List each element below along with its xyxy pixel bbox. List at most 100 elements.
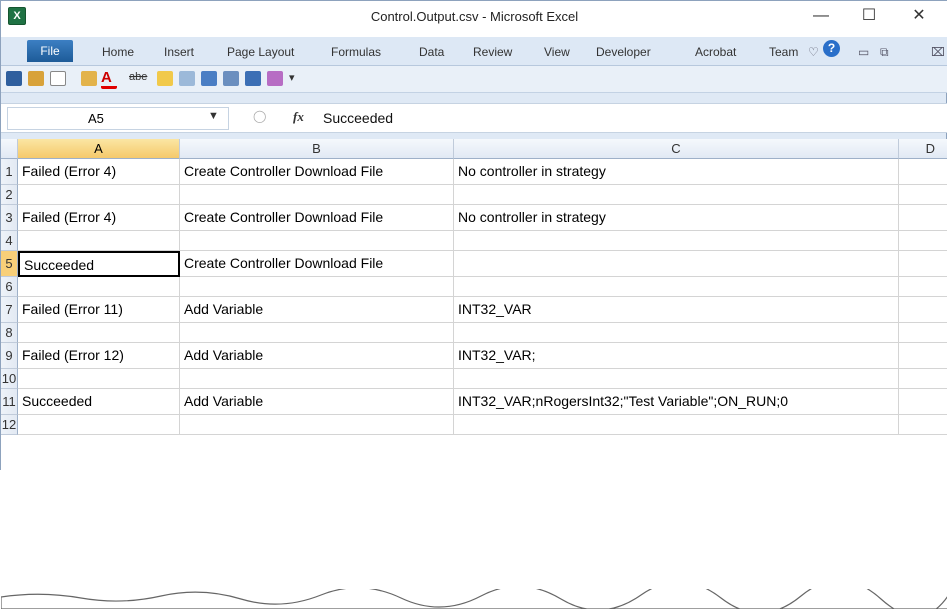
cell-b[interactable]: Add Variable [180,389,454,415]
fill-color-icon[interactable] [81,71,97,86]
tab-team[interactable]: Team [769,45,798,59]
row-header[interactable]: 3 [1,205,18,231]
cell-c[interactable]: INT32_VAR; [454,343,899,369]
cell-d[interactable] [899,251,947,277]
tab-insert[interactable]: Insert [164,45,194,59]
row-header[interactable]: 10 [1,369,18,389]
cell-b[interactable] [180,185,454,205]
ribbon-collapse-icon[interactable]: ♡ [808,45,819,59]
cell-c[interactable]: No controller in strategy [454,159,899,185]
pivot-icon[interactable] [223,71,239,86]
cell-d[interactable] [899,369,947,389]
worksheet-grid[interactable]: A B C D 1 Failed (Error 4) Create Controll… [1,139,947,609]
cell-a[interactable] [18,323,180,343]
restore-workbook-icon[interactable]: ▭ [858,45,869,59]
cell-c[interactable]: No controller in strategy [454,205,899,231]
cell-d[interactable] [899,277,947,297]
cell-a[interactable]: Failed (Error 12) [18,343,180,369]
help-icon[interactable]: ? [823,40,840,57]
cell-a[interactable] [18,231,180,251]
tab-view[interactable]: View [544,45,570,59]
macro-icon[interactable] [267,71,283,86]
tab-formulas[interactable]: Formulas [331,45,381,59]
maximize-button[interactable]: ☐ [849,3,889,29]
strikethrough-icon[interactable]: abe [129,71,147,86]
column-header-b[interactable]: B [180,139,454,159]
name-box[interactable]: A5 ▼ [7,107,229,130]
tab-review[interactable]: Review [473,45,512,59]
formula-input[interactable]: Succeeded [323,110,393,126]
cell-b[interactable]: Create Controller Download File [180,159,454,185]
row-header[interactable]: 4 [1,231,18,251]
cell-b[interactable] [180,369,454,389]
window-icon[interactable]: ⧉ [880,45,889,60]
row-header[interactable]: 2 [1,185,18,205]
cell-c[interactable] [454,323,899,343]
column-header-c[interactable]: C [454,139,899,159]
cell-d[interactable] [899,205,947,231]
cell-a[interactable] [18,185,180,205]
row-header[interactable]: 12 [1,415,18,435]
column-header-d[interactable]: D [899,139,947,159]
row-header[interactable]: 8 [1,323,18,343]
cell-c[interactable] [454,415,899,435]
open-folder-icon[interactable] [157,71,173,86]
cell-b[interactable] [180,231,454,251]
tab-file[interactable]: File [27,40,73,62]
cell-d[interactable] [899,159,947,185]
chart-icon[interactable] [179,71,195,86]
borders-icon[interactable] [50,71,66,86]
cell-a[interactable] [18,415,180,435]
customize-qat-icon[interactable]: ▾ [289,71,305,86]
font-color-icon[interactable]: A [101,70,117,89]
cell-d[interactable] [899,323,947,343]
cell-c[interactable] [454,277,899,297]
cell-b[interactable] [180,415,454,435]
row-header[interactable]: 6 [1,277,18,297]
cell-b[interactable]: Create Controller Download File [180,205,454,231]
cell-d[interactable] [899,343,947,369]
cell-a[interactable]: Failed (Error 4) [18,205,180,231]
close-button[interactable]: ✕ [899,3,939,29]
cell-d[interactable] [899,389,947,415]
cell-a[interactable] [18,277,180,297]
save-icon[interactable] [6,71,22,86]
row-header[interactable]: 1 [1,159,18,185]
minimize-button[interactable]: — [801,3,841,29]
cell-b[interactable] [180,323,454,343]
cell-a[interactable]: Failed (Error 4) [18,159,180,185]
select-all-corner[interactable] [1,139,18,159]
cell-d[interactable] [899,231,947,251]
tab-acrobat[interactable]: Acrobat [695,45,736,59]
format-painter-icon[interactable] [28,71,44,86]
row-header[interactable]: 7 [1,297,18,323]
close-workbook-icon[interactable]: ⌧ [931,45,945,59]
cell-a[interactable]: Succeeded [18,389,180,415]
cell-a[interactable]: Failed (Error 11) [18,297,180,323]
row-header[interactable]: 11 [1,389,18,415]
name-box-dropdown-icon[interactable]: ▼ [208,110,219,122]
cell-d[interactable] [899,297,947,323]
cell-c[interactable]: INT32_VAR;nRogersInt32;"Test Variable";O… [454,389,899,415]
cell-b[interactable] [180,277,454,297]
row-header[interactable]: 5 [1,251,18,277]
cell-b[interactable]: Add Variable [180,297,454,323]
cell-c[interactable] [454,369,899,389]
tab-home[interactable]: Home [102,45,134,59]
tab-developer[interactable]: Developer [596,45,651,59]
cell-c[interactable] [454,251,899,277]
insert-function-icon[interactable]: fx [293,109,304,125]
row-header[interactable]: 9 [1,343,18,369]
cell-b[interactable]: Add Variable [180,343,454,369]
form-icon[interactable] [245,71,261,86]
cell-c[interactable] [454,185,899,205]
cell-a[interactable] [18,369,180,389]
cell-d[interactable] [899,185,947,205]
cell-d[interactable] [899,415,947,435]
column-header-a[interactable]: A [18,139,180,159]
cell-c[interactable]: INT32_VAR [454,297,899,323]
cell-c[interactable] [454,231,899,251]
tab-page-layout[interactable]: Page Layout [227,45,294,59]
cell-a[interactable]: Succeeded [18,251,180,277]
table-icon[interactable] [201,71,217,86]
